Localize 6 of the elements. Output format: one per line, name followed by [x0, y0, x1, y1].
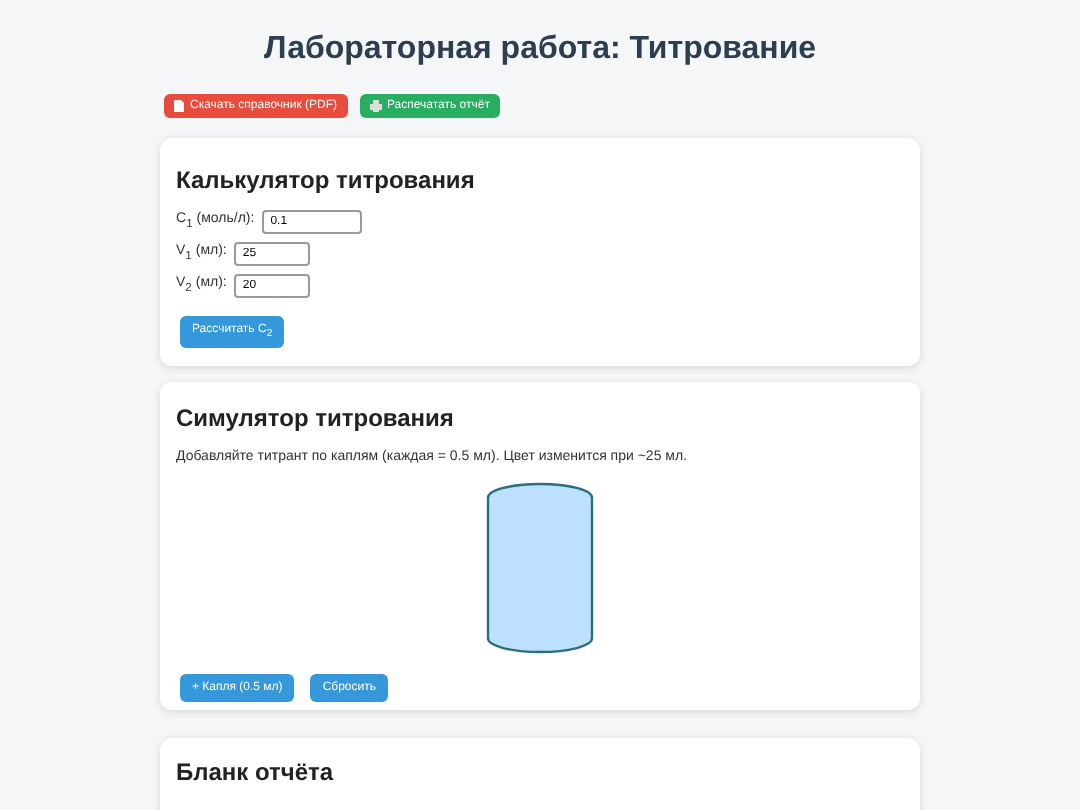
page-title: Лабораторная работа: Титрование — [261, 30, 819, 70]
printer-icon — [369, 100, 381, 112]
card-title: Калькулятор титрования — [176, 166, 477, 194]
card-title: Бланк отчёта — [176, 758, 336, 787]
card-title: Симулятор титрования — [176, 404, 456, 433]
document-icon — [174, 100, 184, 112]
